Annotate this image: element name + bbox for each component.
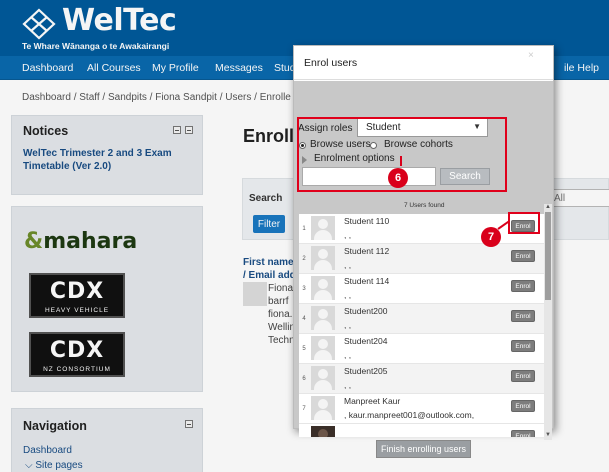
enrol-button[interactable]: Enrol (511, 400, 535, 412)
avatar (311, 366, 335, 390)
user-name: Student204 (344, 336, 388, 346)
enrol-button[interactable]: Enrol (511, 430, 535, 437)
list-scrollbar[interactable]: ▲ ▼ (544, 204, 552, 440)
step-6-marker: 6 (388, 168, 408, 188)
highlight-box-step7 (508, 212, 540, 234)
scroll-thumb[interactable] (545, 212, 551, 300)
user-email: , , (344, 230, 352, 240)
avatar (311, 306, 335, 330)
user-email: , kaur.manpreet001@outlook.com, (344, 410, 475, 420)
user-name: Student205 (344, 366, 388, 376)
avatar (311, 216, 335, 240)
users-found-count: 7 Users found (404, 202, 445, 209)
scroll-down-icon[interactable]: ▼ (544, 432, 552, 440)
list-item: 6 Student205 , , Enrol (299, 364, 544, 394)
user-name: Student200 (344, 306, 388, 316)
dialog-title: Enrol users (304, 57, 358, 69)
marker-connector (400, 156, 402, 166)
avatar (311, 426, 335, 437)
avatar (311, 396, 335, 420)
user-email: , , (344, 290, 352, 300)
user-email: , , (344, 260, 352, 270)
enrol-button[interactable]: Enrol (511, 310, 535, 322)
close-icon[interactable]: × (528, 50, 534, 61)
list-item: 5 Student204 , , Enrol (299, 334, 544, 364)
user-name: Student 114 (344, 276, 390, 286)
enrol-button[interactable]: Enrol (511, 370, 535, 382)
user-name: Student 112 (344, 246, 390, 256)
enrol-button[interactable]: Enrol (511, 250, 535, 262)
enrol-button[interactable]: Enrol (511, 340, 535, 352)
list-item: 3 Student 114 , , Enrol (299, 274, 544, 304)
list-item: 7 Manpreet Kaur , kaur.manpreet001@outlo… (299, 394, 544, 424)
user-email: , , (344, 320, 352, 330)
list-item: 2 Student 112 , , Enrol (299, 244, 544, 274)
avatar (311, 246, 335, 270)
list-item: Enrol (299, 424, 544, 437)
scroll-up-icon[interactable]: ▲ (544, 204, 552, 212)
user-list: 1 Student 110 , , Enrol 2 Student 112 , … (299, 214, 544, 437)
user-name: Manpreet Kaur (344, 396, 401, 406)
user-name: Student 110 (344, 216, 390, 226)
step-7-marker: 7 (481, 227, 501, 247)
user-email: , , (344, 350, 352, 360)
enrol-button[interactable]: Enrol (511, 280, 535, 292)
enrol-users-dialog: Enrol users × Assign roles Student ▼ Brow… (293, 45, 554, 458)
finish-enrolling-button[interactable]: Finish enrolling users (376, 440, 471, 458)
dialog-header: Enrol users × (294, 46, 553, 80)
dialog-body: Assign roles Student ▼ Browse users Brows… (294, 81, 553, 458)
user-email: , , (344, 380, 352, 390)
avatar (311, 336, 335, 360)
list-item: 4 Student200 , , Enrol (299, 304, 544, 334)
avatar (311, 276, 335, 300)
